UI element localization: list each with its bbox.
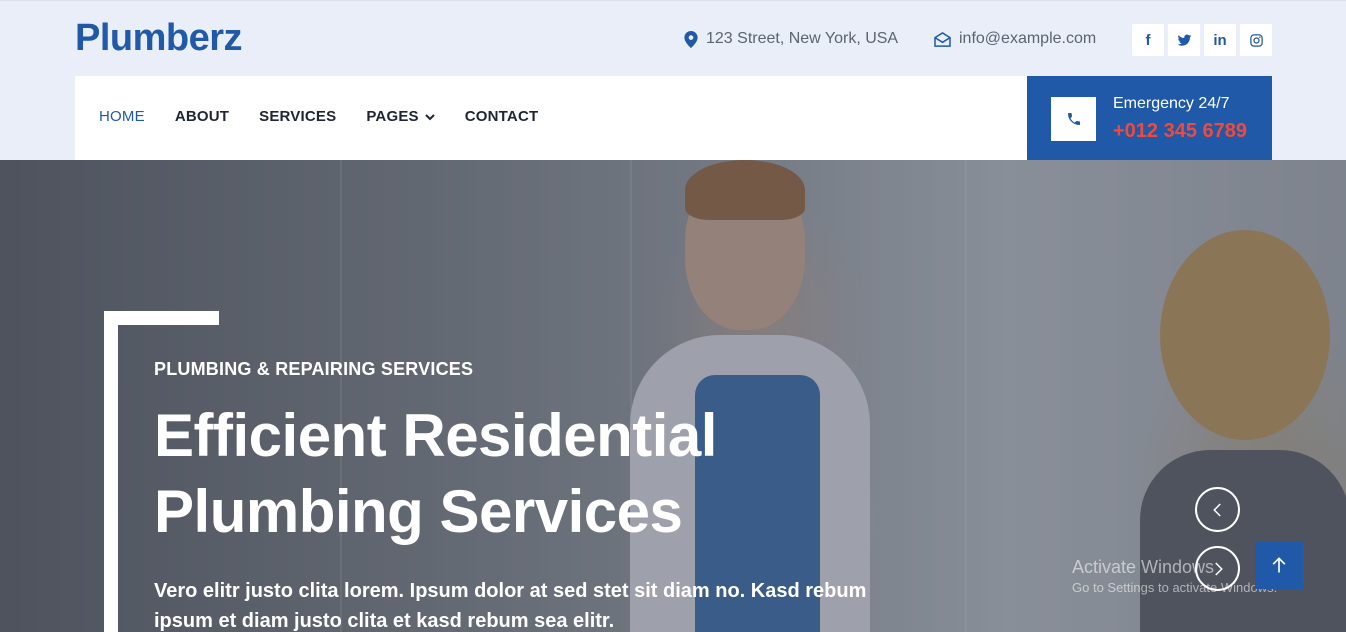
emergency-label: Emergency 24/7: [1113, 95, 1230, 112]
nav-item-label: CONTACT: [464, 108, 539, 125]
linkedin-icon: in: [1213, 31, 1227, 49]
nav-item-home[interactable]: HOME: [99, 108, 145, 125]
hero-frame-top: [104, 311, 219, 325]
hero-subtitle: PLUMBING & REPAIRING SERVICES: [154, 359, 474, 379]
instagram-button[interactable]: [1240, 24, 1272, 56]
instagram-icon: [1249, 33, 1263, 47]
phone-icon: [1067, 113, 1080, 125]
chevron-down-icon: [425, 113, 435, 120]
nav-item-about[interactable]: ABOUT: [175, 108, 229, 125]
nav-item-label: PAGES: [366, 108, 419, 125]
back-to-top-button[interactable]: [1255, 541, 1303, 589]
hero-title-line: Efficient Residential: [154, 402, 717, 469]
hero-title: Efficient Residential Plumbing Services: [154, 398, 854, 550]
hero-frame-left: [104, 311, 118, 632]
email-text[interactable]: info@example.com: [959, 30, 1096, 48]
watermark-title: Activate Windows: [1072, 557, 1215, 577]
carousel-prev-button[interactable]: [1195, 487, 1240, 532]
social-links: f in: [1132, 24, 1272, 56]
address-info: 123 Street, New York, USA: [684, 30, 898, 48]
hero-title-line: Plumbing Services: [154, 478, 683, 545]
nav-item-label: ABOUT: [174, 108, 230, 125]
chevron-left-icon: [1212, 502, 1221, 517]
emergency-phone[interactable]: +012 345 6789: [1113, 120, 1247, 143]
watermark-subtitle: Go to Settings to activate Windows.: [1072, 580, 1278, 595]
windows-activation-watermark: Activate Windows Go to Settings to activ…: [1072, 557, 1277, 595]
twitter-button[interactable]: [1168, 24, 1200, 56]
envelope-open-icon: [934, 31, 951, 47]
phone-icon-box: [1051, 97, 1096, 141]
nav-item-label: SERVICES: [259, 108, 337, 125]
facebook-button[interactable]: f: [1132, 24, 1164, 56]
address-text: 123 Street, New York, USA: [706, 30, 899, 47]
hero-carousel: PLUMBING & REPAIRING SERVICES Efficient …: [0, 160, 1346, 632]
emergency-contact[interactable]: Emergency 24/7 +012 345 6789: [1027, 76, 1272, 160]
top-bar: Plumberz 123 Street, New York, USA info@…: [0, 0, 1346, 76]
main-navbar: HOME ABOUT SERVICES PAGES CONTACT: [75, 76, 1027, 160]
facebook-icon: f: [1145, 31, 1151, 49]
twitter-icon: [1177, 34, 1191, 46]
nav-item-services[interactable]: SERVICES: [259, 108, 336, 125]
arrow-up-icon: [1272, 557, 1286, 573]
linkedin-button[interactable]: in: [1204, 24, 1236, 56]
map-pin-icon: [684, 30, 698, 48]
nav-item-pages[interactable]: PAGES: [366, 108, 435, 125]
nav-menu: HOME ABOUT SERVICES PAGES CONTACT: [99, 108, 538, 125]
brand-logo[interactable]: Plumberz: [75, 17, 243, 60]
hero-description: Vero elitr justo clita lorem. Ipsum dolo…: [154, 580, 867, 632]
nav-item-label: HOME: [99, 108, 145, 125]
nav-item-contact[interactable]: CONTACT: [465, 108, 539, 125]
email-info: info@example.com: [934, 30, 1096, 48]
